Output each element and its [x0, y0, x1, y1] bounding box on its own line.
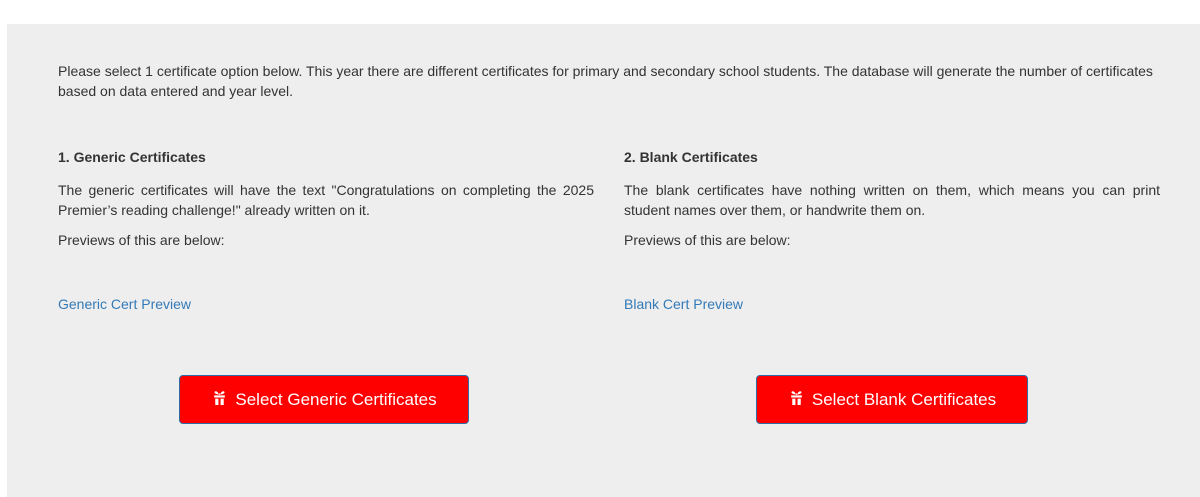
select-blank-certificates-button[interactable]: Select Blank Certificates	[756, 375, 1028, 424]
generic-preview-link[interactable]: Generic Cert Preview	[58, 294, 191, 314]
blank-previews-text: Previews of this are below:	[624, 232, 791, 248]
generic-description: The generic certificates will have the t…	[58, 182, 594, 218]
intro-text: Please select 1 certificate option below…	[58, 63, 1153, 99]
certificate-panel: Please select 1 certificate option below…	[7, 24, 1200, 497]
select-blank-label: Select Blank Certificates	[811, 389, 997, 409]
blank-description: The blank certificates have nothing writ…	[624, 182, 1160, 218]
blank-preview-link[interactable]: Blank Cert Preview	[624, 294, 743, 314]
generic-heading: 1. Generic Certificates	[58, 149, 206, 165]
generic-previews-text: Previews of this are below:	[58, 232, 225, 248]
select-generic-certificates-button[interactable]: Select Generic Certificates	[179, 375, 469, 424]
generic-certificates-section: 1. Generic Certificates The generic cert…	[58, 147, 594, 314]
select-generic-label: Select Generic Certificates	[235, 389, 437, 409]
blank-certificates-section: 2. Blank Certificates The blank certific…	[624, 147, 1160, 314]
blank-heading: 2. Blank Certificates	[624, 149, 758, 165]
gift-icon	[788, 389, 805, 411]
gift-icon	[211, 389, 228, 411]
